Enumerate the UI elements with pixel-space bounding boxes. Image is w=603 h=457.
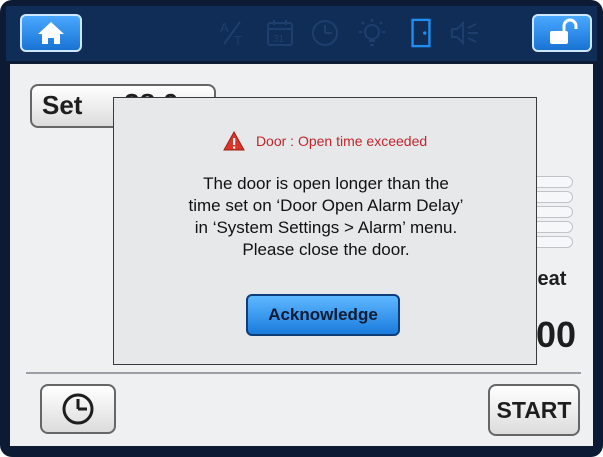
dialog-message-line: time set on ‘Door Open Alarm Delay’ bbox=[188, 196, 464, 215]
calendar-icon: 31 bbox=[267, 20, 293, 46]
warning-icon bbox=[222, 130, 245, 150]
dialog-message-line: in ‘System Settings > Alarm’ menu. bbox=[194, 218, 458, 237]
home-icon bbox=[38, 22, 64, 44]
start-button[interactable]: START bbox=[488, 384, 580, 436]
auto-temp-t: T bbox=[234, 33, 242, 48]
unlock-icon bbox=[550, 18, 578, 44]
door-alarm-dialog: Door : Open time exceeded The door is op… bbox=[113, 97, 537, 365]
calendar-day: 31 bbox=[273, 34, 285, 45]
door-icon bbox=[411, 18, 431, 48]
dialog-message-line: Please close the door. bbox=[242, 240, 410, 259]
lock-button[interactable] bbox=[532, 14, 592, 52]
clock-icon bbox=[312, 20, 338, 46]
dialog-title: Door : Open time exceeded bbox=[255, 132, 428, 149]
device-frame: A T 31 Set Heat:00 START Door: Open ti… bbox=[0, 0, 603, 457]
sound-icon bbox=[451, 20, 478, 46]
clock-icon bbox=[62, 393, 94, 425]
set-label: Set bbox=[42, 90, 83, 120]
dialog-message-line: The door is open longer than the bbox=[203, 174, 449, 193]
dialog-message: The door is open longer than the time se… bbox=[124, 173, 528, 261]
light-icon bbox=[359, 19, 385, 46]
auto-temp-a: A bbox=[220, 20, 229, 35]
home-button[interactable] bbox=[20, 14, 82, 52]
top-status-bar: A T 31 bbox=[6, 6, 597, 61]
timer-button[interactable] bbox=[40, 384, 116, 434]
main-screen: Set 28.0 Heat :00 START bbox=[10, 64, 593, 446]
auto-temp-icon: A T bbox=[220, 20, 242, 48]
acknowledge-button[interactable]: Acknowledge bbox=[246, 294, 400, 336]
divider bbox=[26, 372, 581, 374]
dialog-title-row: Door : Open time exceeded bbox=[114, 130, 536, 151]
